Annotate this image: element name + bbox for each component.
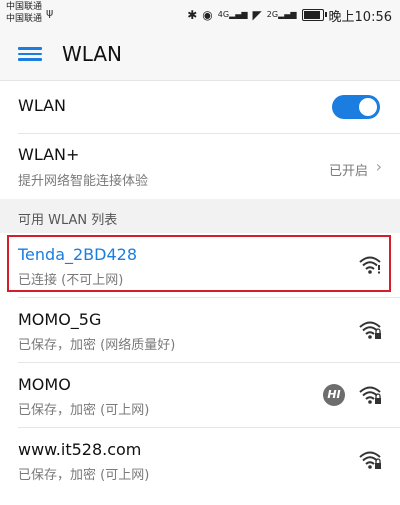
toggle-knob (359, 98, 377, 116)
network-ssid: www.it528.com (18, 440, 142, 459)
wifi-lock-icon (358, 320, 382, 340)
network-status: 已保存，加密 (网络质量好) (18, 338, 176, 353)
menu-icon[interactable] (18, 43, 42, 67)
battery-fill (303, 11, 320, 19)
hi-badge-icon: HI (323, 384, 345, 406)
section-header: 可用 WLAN 列表 (0, 199, 400, 233)
wifi-status-icon: ◤ (252, 8, 262, 22)
eye-icon: ◉ (202, 8, 213, 22)
wlan-plus-row[interactable]: WLAN+ 提升网络智能连接体验 已开启 › (0, 134, 400, 199)
clock: 晚上10:56 (328, 9, 392, 25)
network-item-momo[interactable]: MOMO 已保存，加密 (可上网) HI (0, 363, 400, 428)
chevron-right-icon: › (375, 157, 382, 176)
network-item-tenda[interactable]: Tenda_2BD428 已连接 (不可上网) (0, 233, 400, 298)
wifi-lock-icon (358, 385, 382, 405)
page-title: WLAN (62, 42, 123, 66)
network-status: 已保存，加密 (可上网) (18, 403, 150, 418)
wlan-toggle[interactable] (332, 95, 380, 119)
wlan-label: WLAN (18, 96, 67, 115)
network-ssid: MOMO (18, 375, 71, 394)
bluetooth-icon: ✱ (187, 8, 198, 22)
section-title: 可用 WLAN 列表 (18, 213, 118, 228)
network-ssid: MOMO_5G (18, 310, 102, 329)
menu-icon-line (18, 52, 42, 55)
usb-icon: ψ (46, 6, 54, 19)
wlan-toggle-row[interactable]: WLAN (0, 80, 400, 134)
signal-4g-icon: 4G▂▄▆ (217, 10, 248, 19)
signal-4g-label: 4G (217, 10, 230, 19)
network-status: 已连接 (不可上网) (18, 273, 124, 288)
wlan-plus-subtitle: 提升网络智能连接体验 (18, 174, 149, 189)
status-icons: ✱ ◉ 4G▂▄▆ ◤ 2G▂▄▆ 晚上10:56 (187, 6, 392, 25)
signal-2g-icon: 2G▂▄▆ (266, 10, 297, 19)
wlan-plus-status: 已开启 (328, 164, 368, 179)
network-item-momo-5g[interactable]: MOMO_5G 已保存，加密 (网络质量好) (0, 298, 400, 363)
signal-2g-label: 2G (266, 10, 279, 19)
battery-icon (301, 9, 327, 21)
status-bar: 中国联通 中国联通 ψ ✱ ◉ 4G▂▄▆ ◤ 2G▂▄▆ 晚上10:56 (0, 0, 400, 30)
wlan-plus-label: WLAN+ (18, 145, 80, 164)
app-bar: WLAN (0, 30, 400, 81)
network-ssid: Tenda_2BD428 (18, 245, 138, 264)
wifi-warning-icon (358, 255, 382, 275)
network-item-it528[interactable]: www.it528.com 已保存，加密 (可上网) (0, 428, 400, 493)
carrier-1: 中国联通 (6, 2, 43, 12)
carrier-info: 中国联通 中国联通 (6, 1, 42, 25)
wifi-lock-icon (358, 450, 382, 470)
network-status: 已保存，加密 (可上网) (18, 468, 150, 483)
menu-icon-line (18, 47, 42, 50)
carrier-2: 中国联通 (6, 14, 43, 24)
menu-icon-line (18, 58, 42, 61)
